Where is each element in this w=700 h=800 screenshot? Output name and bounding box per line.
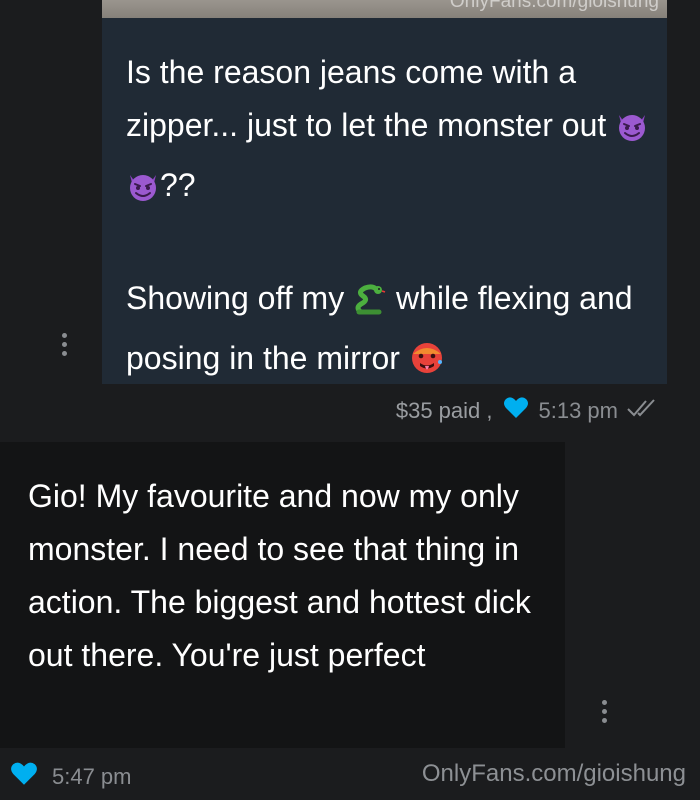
sent-message-line2: Showing off my (126, 280, 345, 316)
sent-message-bubble[interactable]: Is the reason jeans come with a zipper..… (102, 18, 667, 384)
sent-message-menu-icon[interactable] (60, 333, 68, 356)
hot-face-emoji-icon (409, 339, 445, 392)
sent-message-time: 5:13 pm (538, 398, 619, 423)
sent-message-text: Is the reason jeans come with a zipper..… (126, 46, 651, 392)
footer-watermark: OnlyFans.com/gioishung (421, 760, 686, 787)
received-message-bubble[interactable]: Gio! My favourite and now my only monste… (0, 442, 565, 748)
price-paid-label: $35 paid , (395, 398, 493, 423)
received-message-menu-icon[interactable] (600, 700, 608, 723)
received-message-meta: 5:47 pm (10, 761, 132, 793)
double-check-icon (626, 398, 660, 424)
media-watermark: OnlyFans.com/gioishung (449, 0, 659, 12)
chat-screen: OnlyFans.com/gioishung Is the reason jea… (0, 0, 700, 800)
sent-message-line1: Is the reason jeans come with a zipper..… (126, 54, 607, 143)
sent-message-meta: $35 paid , 5:13 pm (396, 396, 660, 426)
message-media-thumbnail[interactable]: OnlyFans.com/gioishung (102, 0, 667, 18)
devil-emoji-icon (126, 166, 160, 219)
heart-icon[interactable] (10, 761, 38, 793)
heart-icon[interactable] (503, 396, 529, 426)
devil-emoji-icon (615, 106, 649, 159)
snake-emoji-icon (353, 279, 387, 332)
sent-message-line1-suffix: ?? (160, 167, 196, 203)
received-message-time: 5:47 pm (52, 764, 132, 789)
received-message-text: Gio! My favourite and now my only monste… (28, 478, 531, 673)
